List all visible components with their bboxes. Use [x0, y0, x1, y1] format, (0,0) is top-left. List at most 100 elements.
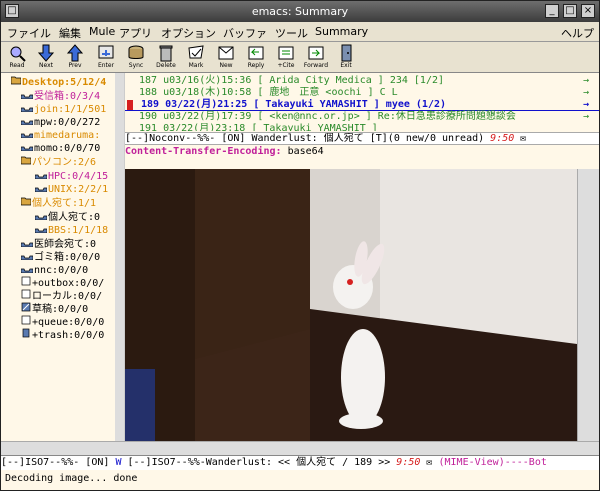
- prev-label: Prev: [68, 62, 82, 69]
- folder-row[interactable]: 受信箱:0/3/4: [20, 89, 100, 103]
- right-arrow-icon: →: [582, 87, 589, 98]
- maximize-button[interactable]: □: [563, 4, 577, 18]
- enter-button[interactable]: Enter: [93, 43, 119, 72]
- new-button[interactable]: New: [213, 43, 239, 72]
- list-icon: [20, 263, 34, 277]
- folder-row[interactable]: Desktop:5/12/4: [10, 75, 106, 89]
- folder-row[interactable]: +queue:0/0/0: [21, 315, 104, 328]
- folder-row[interactable]: +outbox:0/0/: [21, 276, 104, 289]
- menu-summary[interactable]: Summary: [315, 25, 368, 38]
- mark-label: Mark: [188, 62, 204, 69]
- summary-row[interactable]: 188 u03/18(木)10:58 [ 鹿地 正意 <oochi ] C L →: [125, 87, 599, 99]
- folder-row[interactable]: mpw:0/0/272: [20, 115, 100, 129]
- folder-row[interactable]: パソコン:2/6: [20, 155, 96, 169]
- folder-row[interactable]: nnc:0/0/0: [20, 263, 88, 277]
- summary-mode-line: [--]Noconv--%%- [ON] Wanderlust: 個人宛て [T…: [125, 132, 599, 145]
- folder-row[interactable]: momo:0/0/70: [20, 141, 100, 155]
- list-icon: [20, 250, 34, 264]
- list-icon: [34, 210, 48, 224]
- sync-icon: [128, 45, 144, 59]
- summary-row[interactable]: 187 u03/16(火)15:36 [ Arida City Medica ]…: [125, 75, 599, 87]
- new-message-icon: [218, 46, 234, 60]
- mark-icon: [188, 45, 204, 59]
- window-title: emacs: Summary: [251, 5, 349, 18]
- cite-label: +Cite: [277, 62, 295, 69]
- reply-button[interactable]: Reply: [243, 43, 269, 72]
- next-label: Next: [39, 62, 53, 69]
- enter-icon: [98, 45, 114, 59]
- up-arrow-icon: [66, 44, 84, 62]
- folder-row[interactable]: 個人宛て:0: [34, 210, 100, 224]
- folder-scrollbar[interactable]: [115, 73, 124, 441]
- sync-button[interactable]: Sync: [123, 43, 149, 72]
- cite-button[interactable]: +Cite: [273, 43, 299, 72]
- summary-row-current[interactable]: 189 03/22(月)21:25 [ Takayuki YAMASHIT ] …: [125, 99, 599, 111]
- close-button[interactable]: ×: [581, 4, 595, 18]
- title-bar[interactable]: □ emacs: Summary _ □ ×: [1, 1, 599, 22]
- list-icon: [20, 115, 34, 129]
- read-button[interactable]: Read: [4, 43, 30, 72]
- right-arrow-icon: →: [582, 75, 589, 86]
- box-icon: [21, 315, 31, 329]
- reply-icon: [248, 46, 264, 60]
- folder-row[interactable]: 草稿:0/0/0: [21, 302, 88, 315]
- folder-row[interactable]: BBS:1/1/18: [34, 223, 108, 237]
- prev-button[interactable]: Prev: [62, 43, 88, 72]
- list-icon: [34, 182, 48, 196]
- folder-list: Desktop:5/12/4 受信箱:0/3/4 join:1/1/501 mp…: [1, 73, 125, 441]
- exit-button[interactable]: Exit: [333, 43, 359, 72]
- folder-open-icon: [20, 196, 32, 210]
- folder-row[interactable]: HPC:0/4/15: [34, 169, 108, 182]
- menu-file[interactable]: ファイル: [7, 25, 51, 41]
- folder-row[interactable]: ローカル:0/0/: [21, 289, 102, 302]
- new-label: New: [219, 62, 233, 69]
- menu-edit[interactable]: 編集: [59, 25, 81, 41]
- summary-list: 187 u03/16(火)15:36 [ Arida City Medica ]…: [125, 73, 599, 133]
- list-icon: [34, 223, 48, 237]
- summary-row[interactable]: 190 u03/22(月)17:39 [ <ken@nnc.or.jp> ] R…: [125, 111, 599, 123]
- folder-row[interactable]: +trash:0/0/0: [21, 328, 104, 341]
- menu-mule[interactable]: Mule: [89, 25, 115, 38]
- next-button[interactable]: Next: [33, 43, 59, 72]
- menu-options[interactable]: オプション: [161, 25, 216, 41]
- read-label: Read: [9, 62, 25, 69]
- cite-reply-icon: [278, 46, 294, 60]
- menu-tools[interactable]: ツール: [275, 25, 308, 41]
- menu-buffers[interactable]: バッファ: [223, 25, 267, 41]
- minimize-button[interactable]: _: [545, 4, 559, 18]
- list-icon: [20, 128, 34, 142]
- folder-open-icon: [20, 155, 32, 169]
- read-icon: [10, 46, 26, 62]
- enter-label: Enter: [97, 62, 115, 69]
- folder-row[interactable]: UNIX:2/2/1: [34, 182, 108, 196]
- box-icon: [21, 289, 31, 303]
- list-icon: [20, 237, 34, 251]
- exit-label: Exit: [340, 62, 352, 69]
- mark-button[interactable]: Mark: [183, 43, 209, 72]
- cursor-marker: [127, 100, 133, 110]
- right-arrow-icon: →: [582, 111, 589, 122]
- folder-open-icon: [10, 75, 22, 89]
- mail-icon: ✉: [520, 133, 527, 144]
- folder-row[interactable]: 医師会宛て:0: [20, 237, 96, 251]
- folder-row[interactable]: 個人宛て:1/1: [20, 196, 96, 210]
- summary-row[interactable]: 191 03/22(月)23:18 [ Takayuki YAMASHIT ]: [125, 123, 599, 131]
- horizontal-scrollbar[interactable]: [1, 441, 599, 455]
- delete-label: Delete: [156, 62, 176, 69]
- message-scrollbar[interactable]: [577, 169, 599, 441]
- trash-icon: [21, 328, 31, 342]
- menu-help[interactable]: ヘルプ: [561, 25, 594, 41]
- folder-row[interactable]: ゴミ箱:0/0/0: [20, 250, 100, 264]
- trash-can-icon: [159, 45, 173, 62]
- sync-label: Sync: [128, 62, 144, 69]
- menu-bar: ファイル 編集 Mule アプリ オプション バッファ ツール Summary …: [1, 22, 599, 42]
- message-header: Content-Transfer-Encoding: base64: [125, 145, 599, 169]
- forward-button[interactable]: Forward: [303, 43, 329, 72]
- inbox-icon: [20, 89, 34, 103]
- message-mode-line: [--]ISO7--%%- [ON] W [--]ISO7--%%-Wander…: [1, 455, 599, 470]
- delete-button[interactable]: Delete: [153, 43, 179, 72]
- folder-row[interactable]: join:1/1/501: [20, 102, 106, 115]
- menu-apps[interactable]: アプリ: [119, 25, 152, 41]
- list-icon: [20, 141, 34, 155]
- folder-row[interactable]: mimedaruma:: [20, 128, 100, 142]
